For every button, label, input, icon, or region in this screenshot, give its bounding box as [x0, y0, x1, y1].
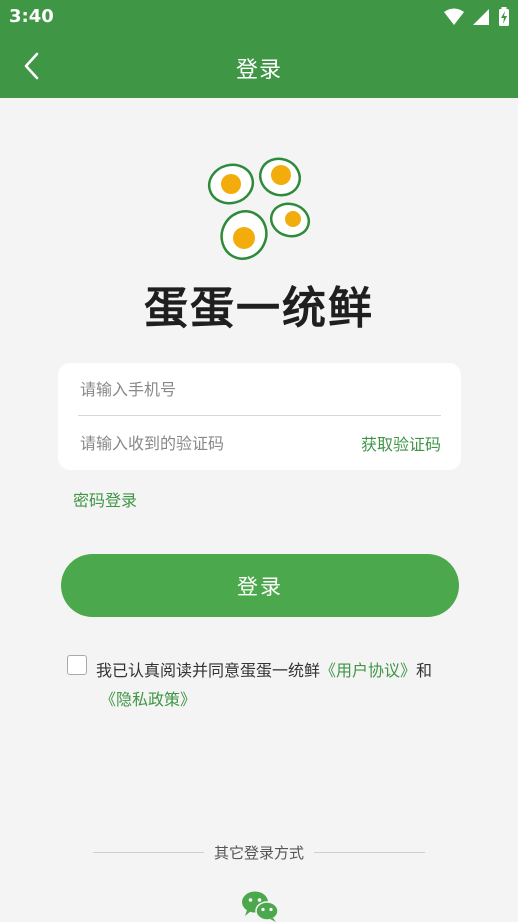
divider-line-right: [314, 851, 426, 853]
status-time: 3:40: [9, 6, 54, 27]
status-icons: [444, 7, 510, 27]
password-login-link[interactable]: 密码登录: [73, 487, 137, 511]
agreement-conjunction: 和: [416, 661, 433, 680]
code-field: 获取验证码: [78, 417, 441, 469]
agreement-prefix: 我已认真阅读并同意蛋蛋一统鲜: [96, 661, 321, 680]
other-login-label: 其它登录方式: [214, 843, 305, 862]
wechat-icon[interactable]: [240, 890, 280, 922]
user-agreement-link[interactable]: 《用户协议》: [320, 661, 416, 680]
signal-icon: [473, 9, 489, 25]
divider-line-left: [93, 851, 204, 853]
phone-input[interactable]: [78, 379, 441, 399]
phone-field: [78, 363, 441, 416]
agreement-line-2: 《隐私政策》: [100, 688, 196, 712]
login-button[interactable]: 登录: [61, 554, 459, 617]
wifi-icon: [444, 8, 464, 25]
page-title: 登录: [235, 58, 282, 83]
login-form-card: 获取验证码: [58, 363, 461, 470]
brand-name: 蛋蛋一统鲜: [144, 283, 374, 334]
verification-code-input[interactable]: [78, 433, 361, 453]
privacy-policy-link[interactable]: 《隐私政策》: [100, 690, 196, 709]
agreement-text: 我已认真阅读并同意蛋蛋一统鲜《用户协议》和: [96, 654, 466, 688]
other-login-divider: 其它登录方式: [93, 841, 426, 863]
eggs-logo: [207, 157, 311, 260]
get-code-button[interactable]: 获取验证码: [361, 431, 441, 455]
app-bar: 登录: [0, 34, 518, 98]
battery-charging-icon: [499, 7, 509, 26]
status-bar: 3:40: [0, 0, 518, 34]
agreement-checkbox[interactable]: [67, 655, 87, 675]
